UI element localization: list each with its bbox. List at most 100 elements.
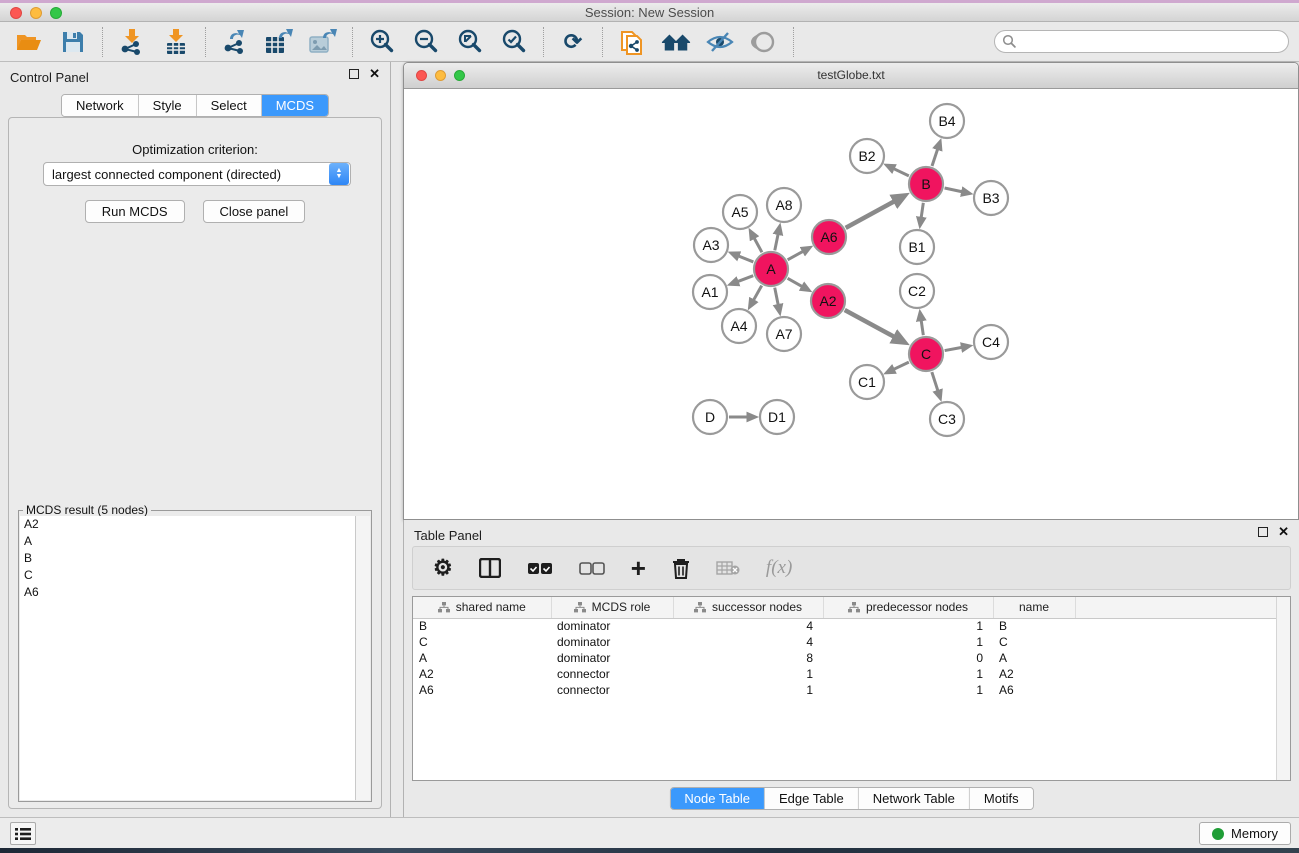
save-session-icon[interactable]	[58, 28, 88, 56]
edge-B-B1[interactable]	[921, 203, 923, 218]
network-graph[interactable]: B4B2BB3A5A8A6A3B1AA1C2A2A4A7C4CC1C3DD1	[404, 89, 1298, 519]
tab-edge-table[interactable]: Edge Table	[765, 788, 859, 809]
export-network-icon[interactable]	[220, 28, 250, 56]
zoom-fit-icon[interactable]	[455, 28, 485, 56]
zoom-selected-icon[interactable]	[499, 28, 529, 56]
result-scrollbar[interactable]	[356, 516, 370, 800]
edge-A-A1[interactable]	[738, 276, 754, 282]
zoom-in-icon[interactable]	[367, 28, 397, 56]
export-table-icon[interactable]	[264, 28, 294, 56]
edge-A-A5[interactable]	[754, 238, 762, 252]
clone-network-icon[interactable]	[617, 28, 647, 56]
table-settings-gear-icon[interactable]: ⚙	[433, 555, 453, 581]
run-mcds-button[interactable]: Run MCDS	[85, 200, 185, 223]
edge-B-B2[interactable]	[894, 169, 909, 176]
result-item[interactable]: A2	[20, 516, 355, 533]
node-A7[interactable]: A7	[767, 317, 801, 351]
column-header-successor-nodes[interactable]: successor nodes	[673, 597, 823, 618]
select-all-checkboxes-icon[interactable]	[527, 562, 553, 575]
result-item[interactable]: A	[20, 533, 355, 550]
edge-A-A6[interactable]	[788, 251, 803, 260]
memory-button[interactable]: Memory	[1199, 822, 1291, 845]
node-C4[interactable]: C4	[974, 325, 1008, 359]
home-networks-icon[interactable]	[661, 28, 691, 56]
edge-A-A2[interactable]	[788, 278, 803, 286]
table-row[interactable]: Bdominator41B	[413, 618, 1290, 634]
edge-C-C4[interactable]	[945, 347, 962, 350]
node-D1[interactable]: D1	[760, 400, 794, 434]
add-column-plus-icon[interactable]: +	[631, 558, 646, 578]
edge-A6-B[interactable]	[846, 201, 895, 228]
tab-network[interactable]: Network	[62, 95, 139, 116]
function-builder-icon[interactable]: f(x)	[766, 557, 792, 579]
node-B3[interactable]: B3	[974, 181, 1008, 215]
export-image-icon[interactable]	[308, 28, 338, 56]
task-history-icon[interactable]	[10, 822, 36, 845]
node-A2[interactable]: A2	[811, 284, 845, 318]
table-row[interactable]: Cdominator41C	[413, 634, 1290, 650]
optimization-criterion-select[interactable]: largest connected component (directed) ▲…	[43, 162, 351, 186]
edge-A-A3[interactable]	[738, 256, 753, 262]
node-C[interactable]: C	[909, 337, 943, 371]
table-row[interactable]: A6connector11A6	[413, 682, 1290, 698]
import-network-icon[interactable]	[117, 28, 147, 56]
column-header-shared-name[interactable]: shared name	[413, 597, 551, 618]
node-A3[interactable]: A3	[694, 228, 728, 262]
column-header-predecessor-nodes[interactable]: predecessor nodes	[823, 597, 993, 618]
deselect-all-checkboxes-icon[interactable]	[579, 562, 605, 575]
zoom-out-icon[interactable]	[411, 28, 441, 56]
tab-node-table[interactable]: Node Table	[670, 788, 765, 809]
edge-A2-C[interactable]	[845, 310, 895, 337]
edge-B-B3[interactable]	[945, 188, 962, 192]
eye-icon[interactable]	[749, 28, 779, 56]
node-A1[interactable]: A1	[693, 275, 727, 309]
search-input[interactable]	[994, 30, 1289, 53]
float-table-panel-icon[interactable]	[1258, 527, 1268, 537]
edge-A-A8[interactable]	[775, 234, 778, 250]
tab-style[interactable]: Style	[139, 95, 197, 116]
close-table-panel-icon[interactable]: ✕	[1278, 527, 1289, 537]
column-header-name[interactable]: name	[993, 597, 1075, 618]
node-D[interactable]: D	[693, 400, 727, 434]
split-columns-icon[interactable]	[479, 558, 501, 578]
refresh-icon[interactable]: ⟳	[558, 28, 588, 56]
node-A[interactable]: A	[754, 252, 788, 286]
node-B4[interactable]: B4	[930, 104, 964, 138]
hide-eye-icon[interactable]	[705, 28, 735, 56]
node-A8[interactable]: A8	[767, 188, 801, 222]
table-row[interactable]: A2connector11A2	[413, 666, 1290, 682]
network-window-titlebar[interactable]: testGlobe.txt	[404, 63, 1298, 89]
edge-C-C1[interactable]	[894, 362, 909, 369]
edge-A-A4[interactable]	[753, 286, 761, 301]
open-file-icon[interactable]	[14, 28, 44, 56]
edge-A-A7[interactable]	[775, 288, 778, 305]
table-row[interactable]: Adominator80A	[413, 650, 1290, 666]
node-C3[interactable]: C3	[930, 402, 964, 436]
edge-C-C2[interactable]	[921, 320, 923, 335]
import-table-icon[interactable]	[161, 28, 191, 56]
node-A6[interactable]: A6	[812, 220, 846, 254]
node-B[interactable]: B	[909, 167, 943, 201]
result-item[interactable]: B	[20, 550, 355, 567]
tab-select[interactable]: Select	[197, 95, 262, 116]
result-item[interactable]: C	[20, 567, 355, 584]
network-canvas[interactable]: B4B2BB3A5A8A6A3B1AA1C2A2A4A7C4CC1C3DD1	[404, 89, 1298, 519]
delete-table-icon[interactable]	[716, 560, 740, 576]
node-B1[interactable]: B1	[900, 230, 934, 264]
table-scrollbar[interactable]	[1276, 597, 1290, 780]
node-B2[interactable]: B2	[850, 139, 884, 173]
mcds-result-list[interactable]: A2ABCA6	[20, 516, 356, 800]
edge-C-C3[interactable]	[932, 372, 938, 391]
node-C2[interactable]: C2	[900, 274, 934, 308]
tab-network-table[interactable]: Network Table	[859, 788, 970, 809]
close-panel-icon[interactable]: ✕	[369, 69, 380, 79]
tab-motifs[interactable]: Motifs	[970, 788, 1033, 809]
delete-trash-icon[interactable]	[672, 558, 690, 579]
edge-B-B4[interactable]	[932, 149, 938, 166]
result-item[interactable]: A6	[20, 584, 355, 601]
close-panel-button[interactable]: Close panel	[203, 200, 306, 223]
node-A4[interactable]: A4	[722, 309, 756, 343]
tab-mcds[interactable]: MCDS	[262, 95, 328, 116]
node-A5[interactable]: A5	[723, 195, 757, 229]
column-header-MCDS-role[interactable]: MCDS role	[551, 597, 673, 618]
